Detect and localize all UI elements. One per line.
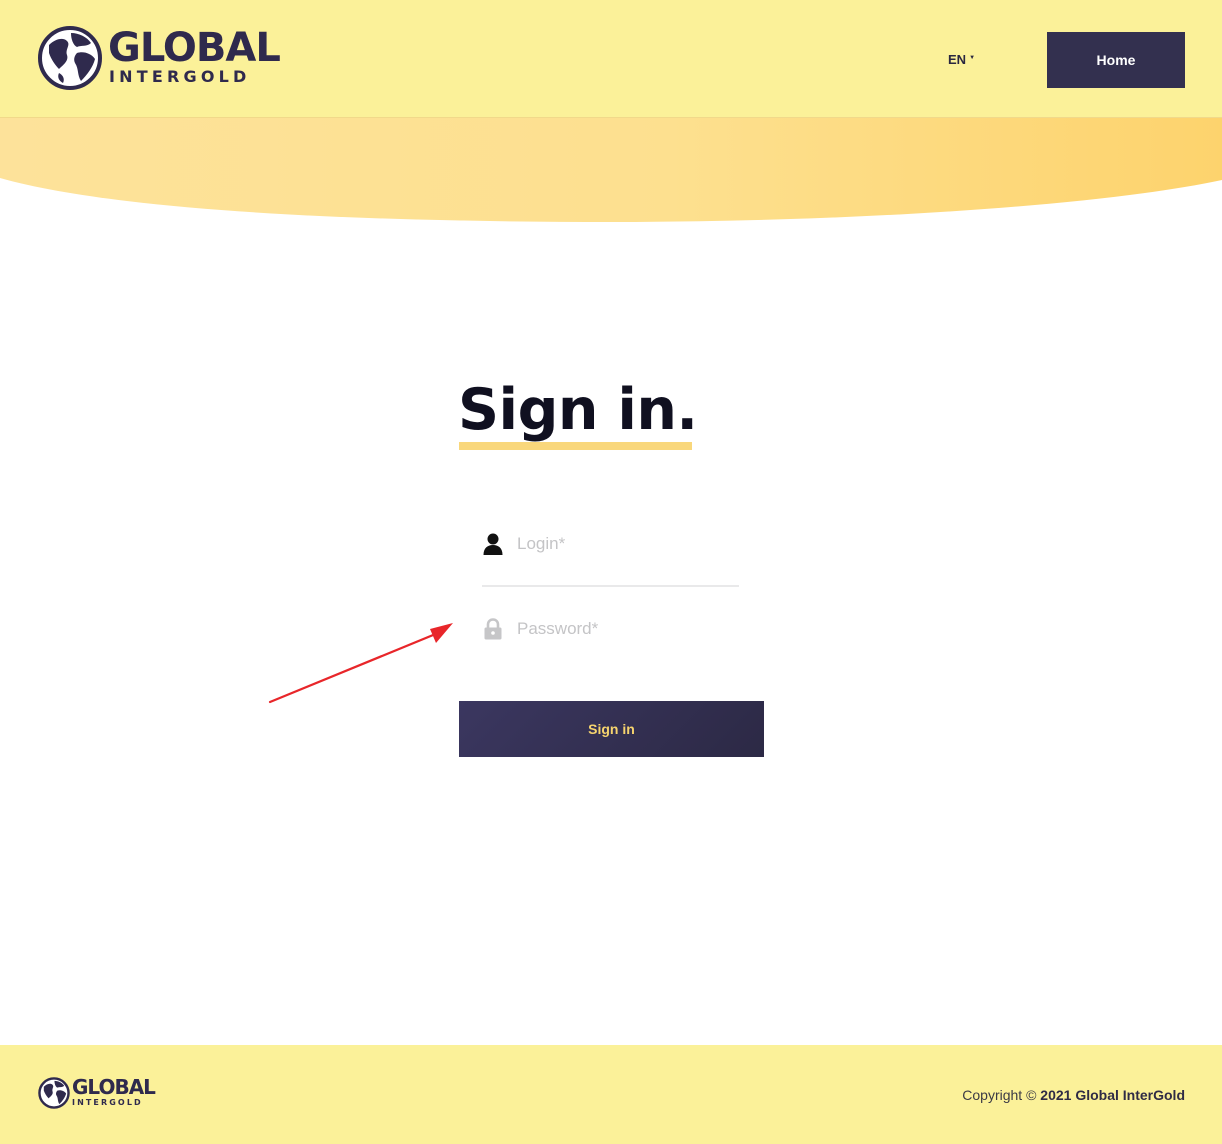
login-field[interactable] <box>482 520 739 587</box>
language-selector[interactable]: EN ▼ <box>948 52 975 67</box>
globe-icon <box>37 25 103 91</box>
globe-icon <box>38 1077 70 1109</box>
brand-logo[interactable]: GLOBAL INTERGOLD <box>37 25 281 91</box>
brand-name-main: GLOBAL <box>108 25 281 71</box>
header-wave-banner <box>0 118 1222 222</box>
copyright-prefix: Copyright © <box>962 1087 1037 1103</box>
password-input[interactable] <box>517 619 717 639</box>
copyright-holder: 2021 Global InterGold <box>1040 1087 1185 1103</box>
brand-name-sub: INTERGOLD <box>109 67 251 86</box>
title-block: Sign in. <box>458 374 698 450</box>
footer-brand-name-main: GLOBAL <box>72 1075 156 1099</box>
footer-brand-logo[interactable]: GLOBAL INTERGOLD <box>38 1075 156 1109</box>
home-button[interactable]: Home <box>1047 32 1185 88</box>
annotation-arrow <box>268 623 453 704</box>
password-field[interactable] <box>482 604 739 654</box>
language-label: EN <box>948 52 967 67</box>
sign-in-button[interactable]: Sign in <box>459 701 764 757</box>
brand-wordmark: GLOBAL INTERGOLD <box>108 25 281 86</box>
site-header: GLOBAL INTERGOLD EN ▼ Home <box>0 0 1222 118</box>
user-icon <box>482 533 504 555</box>
caret-down-icon: ▼ <box>969 54 976 61</box>
login-input[interactable] <box>517 533 717 554</box>
footer-brand-wordmark: GLOBAL INTERGOLD <box>72 1075 156 1108</box>
footer-brand-name-sub: INTERGOLD <box>72 1098 143 1107</box>
copyright-text: Copyright © 2021 Global InterGold <box>962 1087 1185 1103</box>
page-title: Sign in. <box>458 377 698 443</box>
lock-icon <box>482 618 504 640</box>
site-footer: GLOBAL INTERGOLD Copyright © 2021 Global… <box>0 1045 1222 1144</box>
